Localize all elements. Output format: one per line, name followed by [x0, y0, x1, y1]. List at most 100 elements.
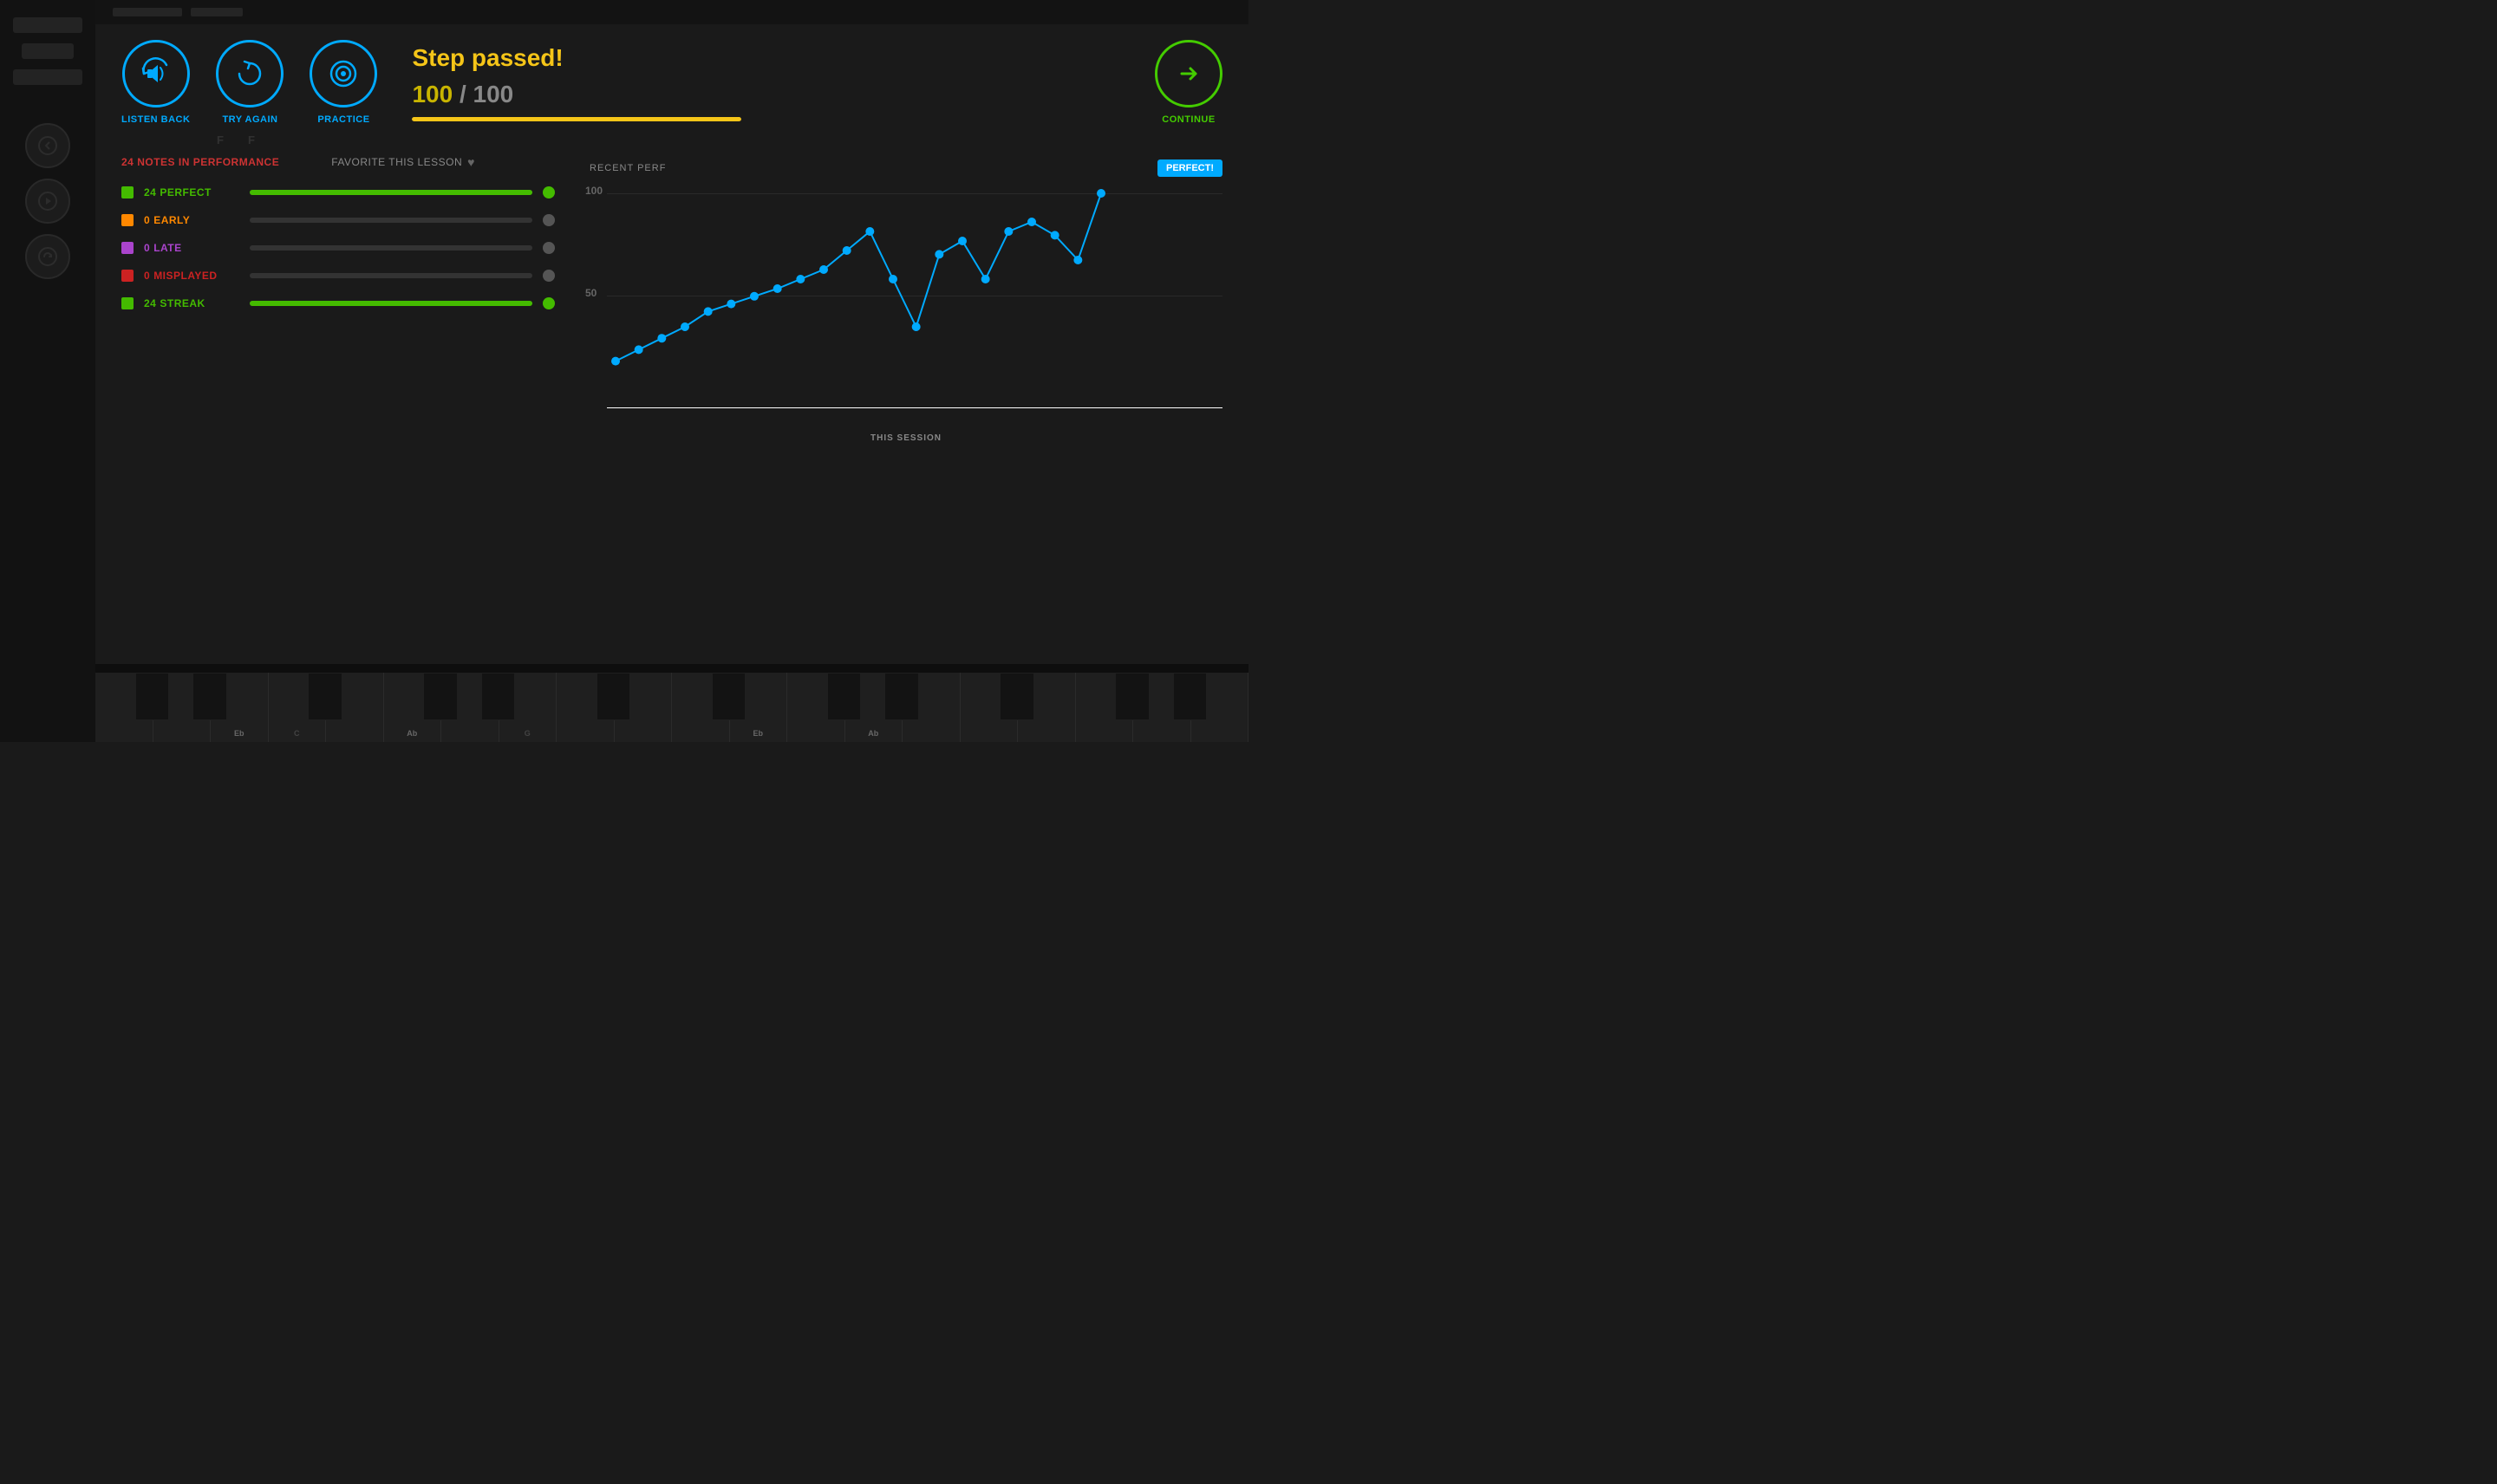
- piano-key-label-7: G: [525, 729, 531, 738]
- continue-label: CONTINUE: [1162, 114, 1215, 125]
- stat-rows-container: 24PERFECT0EARLY0LATE0MISPLAYED24STREAK: [121, 186, 555, 309]
- piano-key-label-5: Ab: [407, 729, 417, 738]
- stats-section: 24 NOTES IN PERFORMANCE FAVORITE THIS LE…: [95, 155, 1248, 427]
- stat-color-streak: [121, 297, 134, 309]
- note-f2: F: [248, 133, 255, 146]
- stat-end-dot-streak: [543, 297, 555, 309]
- chart-dot: [843, 246, 851, 255]
- note-f1: F: [217, 133, 224, 146]
- notes-count-value: 24: [121, 156, 134, 168]
- stat-end-dot-misplayed: [543, 270, 555, 282]
- chart-dot: [681, 322, 689, 331]
- main-content: LISTEN BACK TRY AGAIN: [95, 0, 1248, 742]
- top-bar: [95, 0, 1248, 24]
- listen-back-circle[interactable]: [122, 40, 190, 107]
- piano-key-5[interactable]: Ab: [384, 673, 442, 742]
- favorite-heart-icon[interactable]: ♥: [467, 155, 475, 169]
- chart-y-100: 100: [585, 185, 603, 197]
- piano-key-3[interactable]: C: [269, 673, 327, 742]
- piano-black-key-6[interactable]: [481, 673, 515, 720]
- stat-bar-misplayed: [250, 273, 532, 278]
- stat-bar-early: [250, 218, 532, 223]
- piano-black-key-3[interactable]: [308, 673, 342, 720]
- piano-key-0[interactable]: [95, 673, 153, 742]
- progress-bar-container: [412, 117, 741, 121]
- stat-row-misplayed: 0MISPLAYED: [121, 270, 555, 282]
- piano-black-key-17[interactable]: [1115, 673, 1149, 720]
- sidebar-play-btn[interactable]: [25, 179, 70, 224]
- piano-section: EbCAbGEbAb: [95, 664, 1248, 742]
- chart-section: RECENT PERF PERFECT! 100 50 THIS SESSION: [590, 155, 1222, 427]
- chart-dot: [889, 275, 897, 283]
- practice-button[interactable]: PRACTICE: [310, 40, 377, 125]
- stat-end-dot-early: [543, 214, 555, 226]
- stat-row-perfect: 24PERFECT: [121, 186, 555, 199]
- favorite-button[interactable]: FAVORITE THIS LESSON ♥: [331, 155, 475, 169]
- chart-dot: [1051, 231, 1059, 239]
- continue-circle[interactable]: [1155, 40, 1222, 107]
- stat-color-perfect: [121, 186, 134, 199]
- favorite-label: FAVORITE THIS LESSON: [331, 156, 462, 168]
- chart-dot: [935, 250, 943, 258]
- piano-key-17[interactable]: [1076, 673, 1134, 742]
- sidebar-back-btn[interactable]: [25, 123, 70, 168]
- top-bar-title: [113, 8, 182, 16]
- action-buttons: LISTEN BACK TRY AGAIN: [121, 40, 377, 125]
- stat-bar-streak: [250, 301, 532, 306]
- piano-black-key-10[interactable]: [712, 673, 746, 720]
- progress-bar-fill: [412, 117, 741, 121]
- piano-keys-wrapper: EbCAbGEbAb: [95, 673, 1248, 742]
- notes-count: 24 NOTES IN PERFORMANCE: [121, 156, 279, 168]
- piano-key-15[interactable]: [961, 673, 1019, 742]
- try-again-label: TRY AGAIN: [222, 114, 277, 125]
- stat-label-late: 0LATE: [144, 242, 239, 254]
- piano-key-label-11: Eb: [753, 729, 763, 738]
- chart-dot: [958, 237, 967, 245]
- listen-back-button[interactable]: LISTEN BACK: [121, 40, 190, 125]
- chart-dot: [1097, 189, 1105, 198]
- stat-bar-late: [250, 245, 532, 251]
- chart-dot: [981, 275, 990, 283]
- header-section: LISTEN BACK TRY AGAIN: [95, 24, 1248, 133]
- piano-black-key-13[interactable]: [884, 673, 918, 720]
- chart-dot: [611, 357, 620, 366]
- note-labels-row: F F: [95, 133, 1248, 155]
- piano-key-12[interactable]: [787, 673, 845, 742]
- listen-back-label: LISTEN BACK: [121, 114, 190, 125]
- continue-button[interactable]: CONTINUE: [1155, 40, 1222, 125]
- practice-label: PRACTICE: [317, 114, 369, 125]
- piano-black-key-0[interactable]: [135, 673, 169, 720]
- piano-key-10[interactable]: [672, 673, 730, 742]
- score-total: 100: [473, 81, 514, 107]
- stat-color-misplayed: [121, 270, 134, 282]
- stat-bar-fill-streak: [250, 301, 532, 306]
- chart-dot: [865, 227, 874, 236]
- chart-dot: [1073, 256, 1082, 264]
- score-sep: /: [460, 81, 473, 107]
- practice-circle[interactable]: [310, 40, 377, 107]
- stat-label-perfect: 24PERFECT: [144, 186, 239, 199]
- chart-dot: [773, 284, 782, 293]
- piano-key-8[interactable]: [557, 673, 615, 742]
- piano-black-key-15[interactable]: [1000, 673, 1033, 720]
- chart-dot: [1027, 218, 1036, 226]
- try-again-button[interactable]: TRY AGAIN: [216, 40, 284, 125]
- chart-dot: [635, 345, 643, 354]
- piano-black-key-1[interactable]: [192, 673, 226, 720]
- sidebar: [0, 0, 95, 742]
- piano-black-key-12[interactable]: [827, 673, 861, 720]
- piano-black-key-18[interactable]: [1173, 673, 1207, 720]
- sidebar-refresh-btn[interactable]: [25, 234, 70, 279]
- try-again-circle[interactable]: [216, 40, 284, 107]
- stat-color-late: [121, 242, 134, 254]
- chart-dot: [750, 292, 759, 301]
- chart-x-label: THIS SESSION: [870, 433, 942, 443]
- stat-label-misplayed: 0MISPLAYED: [144, 270, 239, 282]
- piano-black-key-5[interactable]: [423, 673, 457, 720]
- perfect-badge: PERFECT!: [1157, 159, 1222, 177]
- stat-color-early: [121, 214, 134, 226]
- stats-header: 24 NOTES IN PERFORMANCE FAVORITE THIS LE…: [121, 155, 555, 169]
- piano-key-label-13: Ab: [868, 729, 878, 738]
- chart-dot: [1004, 227, 1013, 236]
- piano-black-key-8[interactable]: [597, 673, 630, 720]
